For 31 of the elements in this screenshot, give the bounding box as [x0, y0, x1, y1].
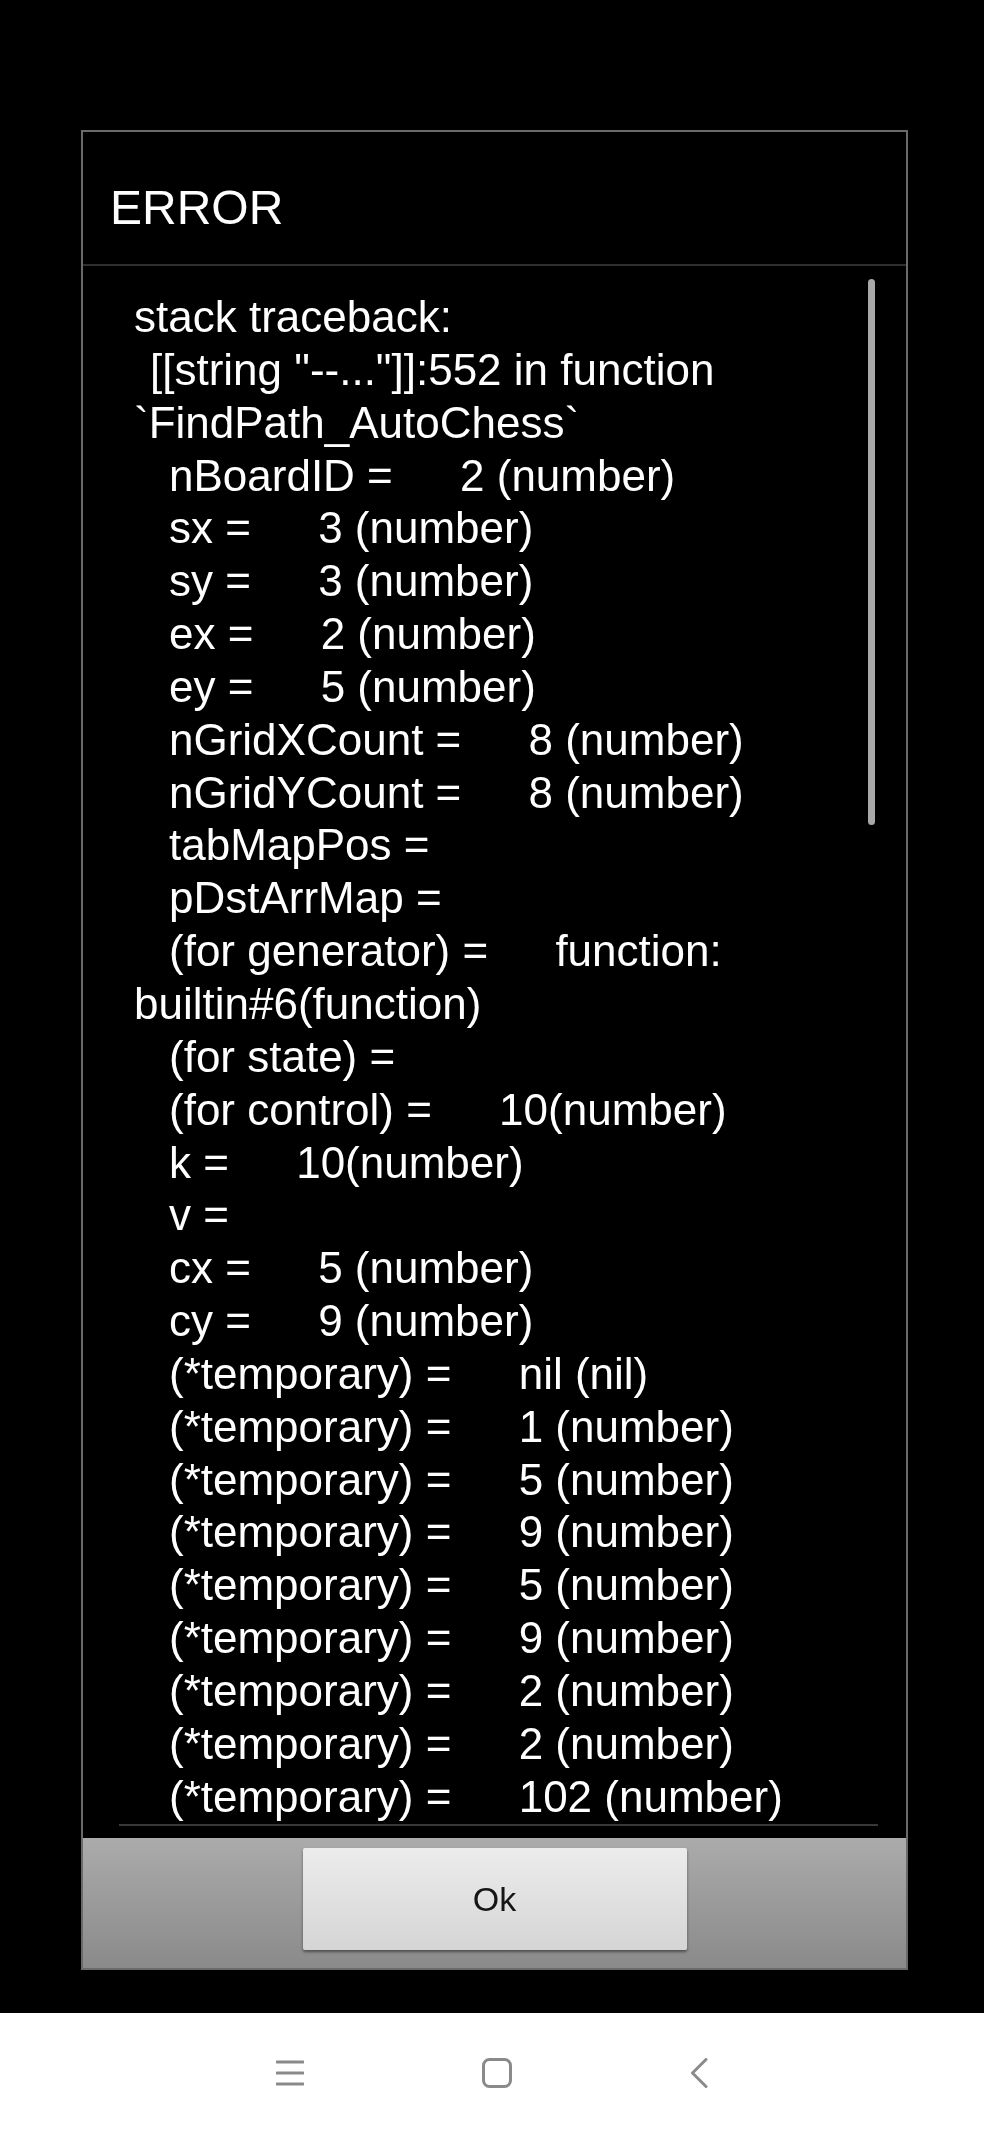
traceback-line: (*temporary) = 9 (number)	[168, 1506, 735, 1559]
traceback-line: cy = 9 (number)	[168, 1295, 535, 1348]
traceback-line: nBoardID = 2 (number)	[168, 449, 677, 502]
traceback-line: v =	[168, 1189, 230, 1242]
traceback-line: k = 10(number)	[168, 1136, 525, 1189]
traceback-line: (*temporary) = nil (nil)	[168, 1347, 650, 1400]
traceback-line: (*temporary) = 2 (number)	[168, 1717, 735, 1770]
traceback-line: (*temporary) = 2 (number)	[168, 1664, 735, 1717]
traceback-line: (*temporary) = 1 (number)	[168, 1400, 735, 1453]
square-icon[interactable]	[482, 2057, 512, 2088]
traceback-line: ey = 5 (number)	[168, 660, 537, 713]
traceback-line: sx = 3 (number)	[168, 502, 535, 555]
traceback-line: (for generator) = function: builtin#6(function)	[134, 925, 723, 1030]
ok-button[interactable]: Ok	[302, 1848, 687, 1950]
traceback-line: (*temporary) = 5 (number)	[168, 1453, 735, 1506]
traceback-line: pDstArrMap =	[168, 872, 443, 925]
menu-icon[interactable]	[276, 2059, 304, 2086]
traceback-line: stack traceback:	[134, 291, 453, 343]
traceback-line: nGridXCount = 8 (number)	[168, 713, 745, 766]
traceback-line: (*temporary) = 102 (number)	[168, 1770, 784, 1823]
traceback-line: (*temporary) = 9 (number)	[168, 1612, 735, 1665]
traceback-line: cx = 5 (number)	[168, 1242, 535, 1295]
traceback-line: tabMapPos =	[168, 819, 431, 872]
traceback-line: (*temporary) = 5 (number)	[168, 1559, 735, 1612]
traceback-line: nGridYCount = 8 (number)	[168, 766, 745, 819]
dialog-title: ERROR	[109, 179, 285, 236]
traceback-line: (for control) = 10(number)	[168, 1083, 728, 1136]
traceback-line: (for state) =	[168, 1030, 397, 1083]
chevron-left-icon[interactable]	[690, 2057, 708, 2088]
traceback-line: ex = 2 (number)	[168, 608, 537, 661]
traceback-line: sy = 3 (number)	[168, 555, 535, 608]
